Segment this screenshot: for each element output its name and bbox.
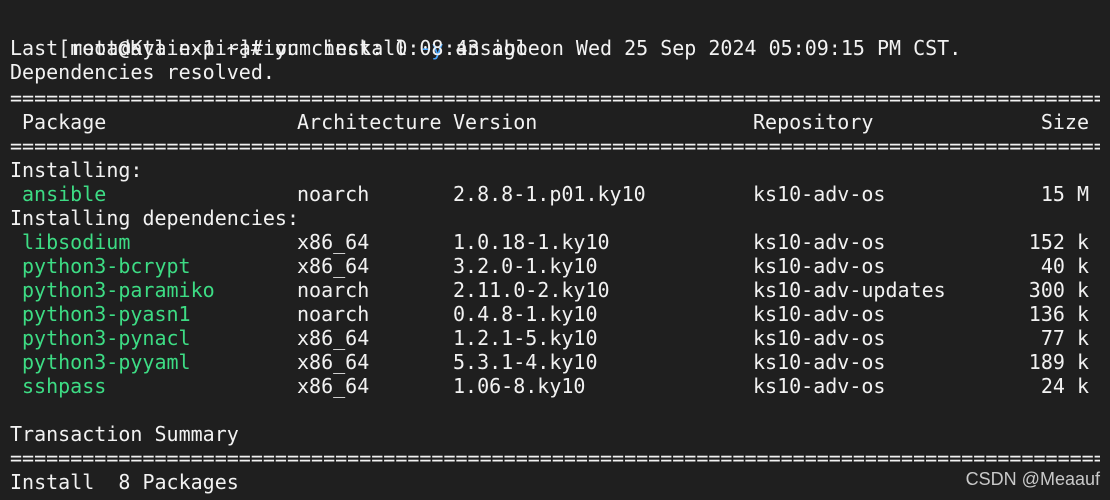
package-version: 1.06-8.ky10 [453,374,586,398]
package-repo: ks10-adv-os [753,326,886,350]
package-size: 77 k [1040,326,1089,350]
package-size: 152 k [1028,230,1089,254]
header-version: Version [453,110,538,134]
package-version: 5.3.1-4.ky10 [453,350,598,374]
header-repository: Repository [753,110,874,134]
package-repo: ks10-adv-os [753,374,886,398]
package-name: python3-pynacl [22,326,191,350]
package-size: 189 k [1028,350,1089,374]
package-name: libsodium [22,230,131,254]
installing-label: Installing: [10,158,143,182]
header-package: Package [22,110,107,134]
package-repo: ks10-adv-os [753,230,886,254]
package-name: python3-bcrypt [22,254,191,278]
transaction-summary-label: Transaction Summary [10,422,239,446]
metadata-line: Last metadata expiration check: 0:08:43 … [10,36,962,60]
terminal-window[interactable]: [root@Kylin-1 ~]# yum install -y ansible… [0,0,1110,500]
install-count-line: Install 8 Packages [10,470,239,494]
package-name: python3-paramiko [22,278,215,302]
package-version: 0.4.8-1.ky10 [453,302,598,326]
package-version: 1.2.1-5.ky10 [453,326,598,350]
package-version: 3.2.0-1.ky10 [453,254,598,278]
package-version: 2.11.0-2.ky10 [453,278,610,302]
package-repo: ks10-adv-updates [753,278,946,302]
package-size: 15 M [1040,182,1089,206]
command-prompt-line: [root@Kylin-1 ~]# yum install -y ansible [10,12,540,60]
package-repo: ks10-adv-os [753,350,886,374]
package-name: ansible [22,182,107,206]
package-arch: noarch [297,278,370,302]
separator-top: ========================================… [10,86,1100,110]
package-size: 300 k [1028,278,1089,302]
package-name: sshpass [22,374,107,398]
package-arch: noarch [297,182,370,206]
package-name: python3-pyyaml [22,350,191,374]
package-version: 2.8.8-1.p01.ky10 [453,182,646,206]
package-arch: x86_64 [297,254,370,278]
package-repo: ks10-adv-os [753,302,886,326]
package-arch: noarch [297,302,370,326]
package-arch: x86_64 [297,350,370,374]
watermark: CSDN @Meaauf [965,469,1100,489]
separator-header: ========================================… [10,134,1100,158]
package-repo: ks10-adv-os [753,254,886,278]
header-size: Size [1040,110,1089,134]
package-size: 24 k [1040,374,1089,398]
header-architecture: Architecture [297,110,442,134]
separator-summary: ========================================… [10,446,1100,470]
package-size: 136 k [1028,302,1089,326]
package-name: python3-pyasn1 [22,302,191,326]
package-arch: x86_64 [297,326,370,350]
package-size: 40 k [1040,254,1089,278]
package-version: 1.0.18-1.ky10 [453,230,610,254]
package-arch: x86_64 [297,374,370,398]
package-arch: x86_64 [297,230,370,254]
package-repo: ks10-adv-os [753,182,886,206]
dependencies-resolved-line: Dependencies resolved. [10,60,275,84]
dependencies-label: Installing dependencies: [10,206,299,230]
